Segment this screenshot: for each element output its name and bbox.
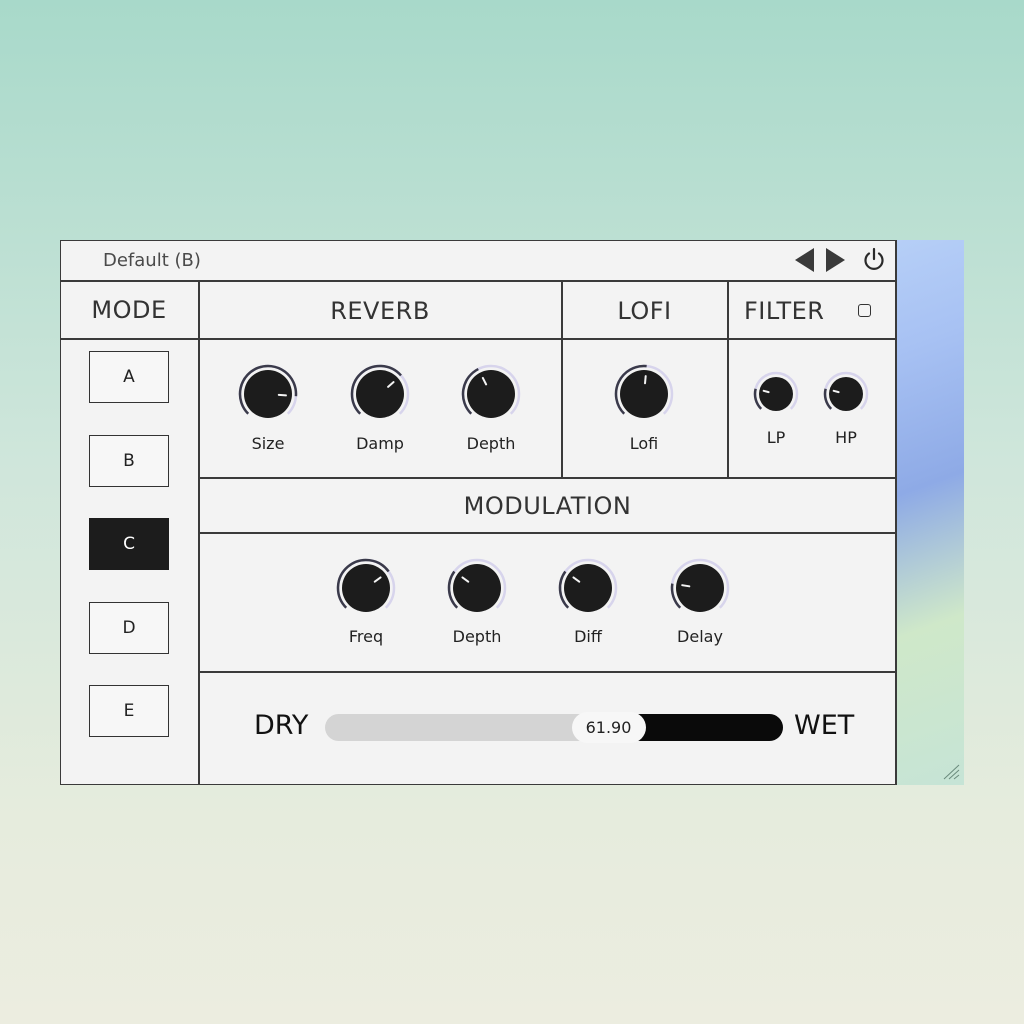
modulation-depth-knob[interactable]	[445, 556, 509, 620]
modulation-freq-label: Freq	[348, 627, 384, 646]
divider	[198, 477, 896, 479]
divider	[60, 240, 896, 241]
knob-body	[829, 377, 863, 411]
knob-pointer	[277, 393, 287, 397]
mode-button-c[interactable]: C	[89, 518, 169, 570]
modulation-diff-label: Diff	[574, 627, 602, 646]
divider	[727, 280, 729, 477]
knob-body	[467, 370, 515, 418]
wet-label: WET	[794, 710, 855, 741]
lofi-lofi-knob[interactable]	[612, 362, 676, 426]
preset-name[interactable]: Default (B)	[103, 250, 201, 271]
knob-body	[356, 370, 404, 418]
filter-hp-label: HP	[835, 428, 857, 447]
divider	[60, 338, 896, 340]
reverb-title: REVERB	[330, 297, 430, 325]
modulation-freq-knob[interactable]	[334, 556, 398, 620]
knob-pointer	[762, 389, 770, 394]
knob-body	[564, 564, 612, 612]
mode-title: MODE	[91, 296, 167, 324]
arrow-left-icon[interactable]	[794, 247, 816, 273]
mode-button-a[interactable]: A	[89, 351, 169, 403]
dry-label: DRY	[254, 710, 309, 741]
knob-pointer	[681, 584, 691, 588]
filter-title: FILTER	[744, 297, 825, 325]
mode-button-d[interactable]: D	[89, 602, 169, 654]
dry-wet-value[interactable]: 61.90	[571, 712, 646, 743]
modulation-diff-knob[interactable]	[556, 556, 620, 620]
modulation-title: MODULATION	[463, 492, 632, 520]
reverb-size-label: Size	[251, 434, 285, 453]
mode-button-e[interactable]: E	[89, 685, 169, 737]
plugin-window: Default (B) MODE REVERB LOFI FILTER MODU…	[60, 240, 964, 785]
filter-hp-knob[interactable]	[821, 369, 871, 419]
knob-pointer	[832, 389, 840, 394]
knob-body	[244, 370, 292, 418]
modulation-delay-knob[interactable]	[668, 556, 732, 620]
divider	[60, 280, 896, 282]
knob-body	[453, 564, 501, 612]
divider	[60, 784, 896, 785]
divider	[198, 671, 896, 673]
reverb-damp-knob[interactable]	[348, 362, 412, 426]
knob-pointer	[644, 375, 647, 385]
reverb-size-knob[interactable]	[236, 362, 300, 426]
mode-button-b[interactable]: B	[89, 435, 169, 487]
resize-grip-icon[interactable]	[940, 762, 960, 780]
filter-enable-toggle[interactable]	[858, 304, 871, 317]
lofi-lofi-label: Lofi	[629, 434, 659, 453]
modulation-delay-label: Delay	[677, 627, 723, 646]
knob-body	[620, 370, 668, 418]
dry-wet-slider[interactable]	[325, 714, 783, 741]
divider	[198, 532, 896, 534]
arrow-right-icon[interactable]	[824, 247, 846, 273]
reverb-damp-label: Damp	[356, 434, 404, 453]
lofi-title: LOFI	[617, 297, 672, 325]
knob-body	[676, 564, 724, 612]
knob-body	[759, 377, 793, 411]
power-icon[interactable]	[861, 246, 887, 272]
side-gradient-strip	[896, 240, 964, 785]
knob-body	[342, 564, 390, 612]
filter-lp-knob[interactable]	[751, 369, 801, 419]
reverb-depth-label: Depth	[466, 434, 516, 453]
modulation-depth-label: Depth	[452, 627, 502, 646]
reverb-depth-knob[interactable]	[459, 362, 523, 426]
